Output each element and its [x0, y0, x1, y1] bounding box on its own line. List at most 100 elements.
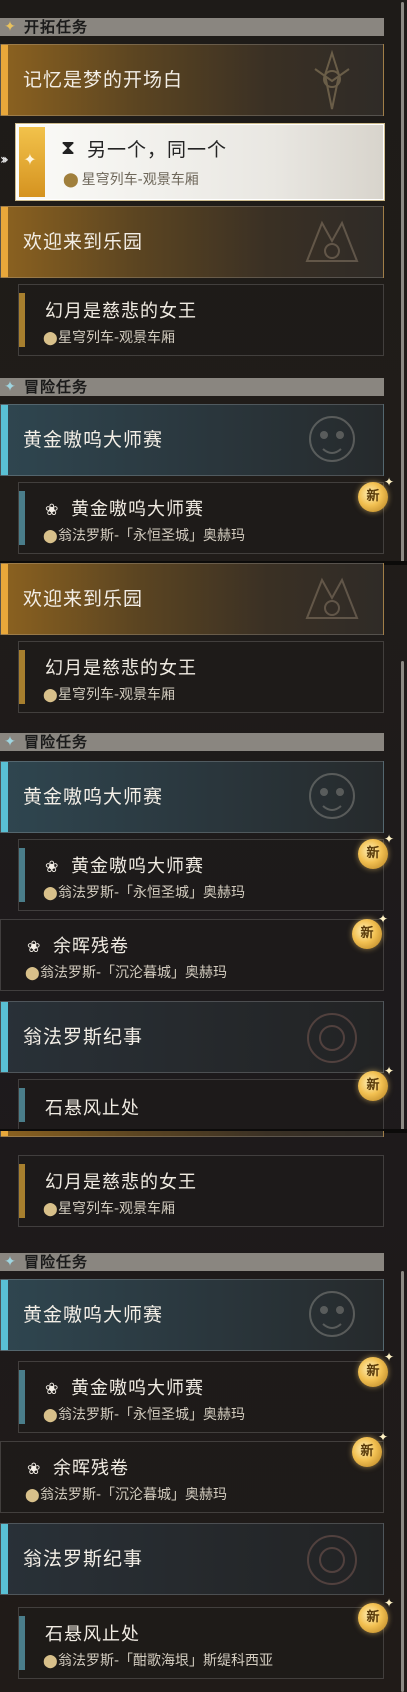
mission-chronicle[interactable]: 翁法罗斯纪事 [0, 1523, 384, 1595]
new-badge: 新 ✦ [358, 832, 394, 869]
category-header-trailblaze[interactable]: ✦ 开拓任务 [0, 18, 384, 36]
location-text: 翁法罗斯-「永恒圣城」奥赫玛 [58, 885, 246, 901]
sub-accent [19, 1088, 25, 1122]
sub-location: ⬤星穹列车-观景车厢 [43, 1198, 175, 1218]
category-title: 冒险任务 [24, 378, 89, 396]
sub-title: 黄金嗷呜大师赛 [71, 499, 204, 520]
new-badge: 新 ✦ [358, 1350, 394, 1387]
mission-welcome-partial[interactable] [0, 1131, 384, 1137]
sub-title: 余晖残卷 [53, 1458, 129, 1479]
dango-icon: ❀ [27, 1459, 42, 1478]
mission-title: 翁法罗斯纪事 [23, 1026, 144, 1048]
sub-title-row: ❀ 黄金嗷呜大师赛 [45, 495, 204, 521]
mission-accent [1, 45, 8, 115]
mission-chronicle[interactable]: 翁法罗斯纪事 [0, 1001, 384, 1073]
sub-mission-moon-queen[interactable]: 幻月是慈悲的女王 ⬤星穹列车-观景车厢 [18, 1155, 384, 1227]
sub-accent [19, 1370, 25, 1424]
map-pin-icon: ⬤ [43, 1654, 58, 1669]
sparkle-icon: ✦ [383, 832, 394, 846]
map-pin-icon: ⬤ [63, 172, 79, 188]
dango-icon: ❀ [45, 500, 60, 519]
sparkle-icon: ✦ [383, 1596, 394, 1610]
mission-golden[interactable]: 黄金嗷呜大师赛 [0, 1279, 384, 1351]
mission-emblem-icon [309, 416, 355, 462]
mission-title: 记忆是梦的开场白 [23, 69, 184, 91]
mission-accent [1, 1524, 8, 1594]
selected-sub-mission[interactable]: ✦ ⧗ 另一个，同一个 ⬤ 星穹列车-观景车厢 [16, 124, 384, 200]
mission-welcome[interactable]: 欢迎来到乐园 [0, 563, 384, 635]
screen-section-2: 欢迎来到乐园 幻月是慈悲的女王 ⬤星穹列车-观景车厢 ✦ 冒险任务 黄金嗷呜大师… [0, 563, 407, 1131]
sparkle-icon: ✦ [377, 1430, 388, 1444]
sub-location: ⬤翁法罗斯-「沉沦暮城」奥赫玛 [25, 962, 227, 982]
mission-golden[interactable]: 黄金嗷呜大师赛 [0, 404, 384, 476]
sub-title: 幻月是慈悲的女王 [45, 658, 197, 679]
mission-emblem-icon [314, 49, 350, 110]
location-text: 星穹列车-观景车厢 [58, 687, 176, 703]
mission-golden[interactable]: 黄金嗷呜大师赛 [0, 761, 384, 833]
location-text: 翁法罗斯-「永恒圣城」奥赫玛 [58, 1407, 246, 1423]
sub-title: 余晖残卷 [53, 936, 129, 957]
dango-icon: ❀ [45, 1379, 60, 1398]
mission-emblem-icon [305, 577, 359, 619]
sub-mission-moon-queen[interactable]: 幻月是慈悲的女王 ⬤星穹列车-观景车厢 [18, 284, 384, 356]
sub-title: 另一个，同一个 [87, 139, 228, 161]
location-text: 翁法罗斯-「沉沦暮城」奥赫玛 [40, 965, 228, 981]
mission-accent [1, 1280, 8, 1350]
sub-accent [19, 650, 25, 704]
sub-mission-afterglow[interactable]: ❀ 余晖残卷 ⬤翁法罗斯-「沉沦暮城」奥赫玛 [0, 919, 384, 991]
mission-accent [1, 207, 8, 277]
screen-section-1: ✦ 开拓任务 记忆是梦的开场白 ››› ✦ ⧗ 另一个，同一个 ⬤ 星穹列车-观景… [0, 0, 407, 563]
sub-location: ⬤星穹列车-观景车厢 [43, 684, 175, 704]
sub-mission-golden[interactable]: ❀ 黄金嗷呜大师赛 ⬤翁法罗斯-「永恒圣城」奥赫玛 [18, 839, 384, 911]
category-header-adventure[interactable]: ✦ 冒险任务 [0, 378, 384, 396]
sub-accent [19, 1164, 25, 1218]
new-badge: 新 ✦ [358, 475, 394, 512]
sub-title: 幻月是慈悲的女王 [45, 1172, 197, 1193]
diamond-icon: ✦ [4, 734, 16, 750]
mission-emblem-icon [309, 1291, 355, 1337]
sub-mission-afterglow[interactable]: ❀ 余晖残卷 ⬤翁法罗斯-「沉沦暮城」奥赫玛 [0, 1441, 384, 1513]
sparkle-icon: ✦ [383, 475, 394, 489]
mission-title: 欢迎来到乐园 [23, 231, 144, 253]
sub-mission-golden[interactable]: ❀ 黄金嗷呜大师赛 ⬤翁法罗斯-「永恒圣城」奥赫玛 [18, 482, 384, 554]
category-title: 冒险任务 [24, 733, 89, 751]
sub-location: ⬤翁法罗斯-「酣歌海垠」斯缇科西亚 [43, 1650, 273, 1670]
diamond-icon: ✦ [4, 379, 16, 395]
category-header-adventure[interactable]: ✦ 冒险任务 [0, 1253, 384, 1271]
sub-mission-moon-queen[interactable]: 幻月是慈悲的女王 ⬤星穹列车-观景车厢 [18, 641, 384, 713]
sub-location: ⬤翁法罗斯-「永恒圣城」奥赫玛 [43, 882, 245, 902]
sub-title: 石悬风止处 [45, 1098, 140, 1119]
mission-title: 黄金嗷呜大师赛 [23, 429, 164, 451]
sub-mission-rock[interactable]: 石悬风止处 ⬤翁法罗斯-「酣歌海垠」斯缇科西亚 [18, 1607, 384, 1679]
scrollbar-thumb[interactable] [401, 1271, 404, 1692]
sub-title-row: ❀ 余晖残卷 [27, 1454, 129, 1480]
category-title: 冒险任务 [24, 1253, 89, 1271]
scrollbar-thumb[interactable] [401, 661, 404, 1131]
diamond-icon: ✦ [23, 150, 37, 169]
map-pin-icon: ⬤ [43, 886, 58, 901]
mission-emblem-icon [307, 1535, 357, 1585]
sub-mission-rock[interactable]: 石悬风止处 [18, 1079, 384, 1131]
map-pin-icon: ⬤ [43, 331, 58, 346]
mission-accent [1, 762, 8, 832]
map-pin-icon: ⬤ [43, 529, 58, 544]
mission-emblem-icon [307, 1013, 357, 1063]
mission-emblem-icon [309, 773, 355, 819]
sub-accent [19, 848, 25, 902]
sub-location: ⬤翁法罗斯-「沉沦暮城」奥赫玛 [25, 1484, 227, 1504]
mission-accent [1, 405, 8, 475]
category-header-adventure[interactable]: ✦ 冒险任务 [0, 733, 384, 751]
mission-title: 黄金嗷呜大师赛 [23, 1304, 164, 1326]
sub-mission-golden[interactable]: ❀ 黄金嗷呜大师赛 ⬤翁法罗斯-「永恒圣城」奥赫玛 [18, 1361, 384, 1433]
sub-title: 幻月是慈悲的女王 [45, 301, 197, 322]
mission-memory[interactable]: 记忆是梦的开场白 [0, 44, 384, 116]
sub-title: 黄金嗷呜大师赛 [71, 856, 204, 877]
mission-accent [1, 1131, 8, 1136]
mission-welcome[interactable]: 欢迎来到乐园 [0, 206, 384, 278]
category-title: 开拓任务 [24, 18, 89, 36]
new-badge: 新 ✦ [358, 1596, 394, 1633]
sub-location: ⬤星穹列车-观景车厢 [63, 169, 199, 189]
map-pin-icon: ⬤ [25, 966, 40, 981]
sparkle-icon: ✦ [383, 1064, 394, 1078]
scrollbar-thumb[interactable] [401, 2, 404, 562]
